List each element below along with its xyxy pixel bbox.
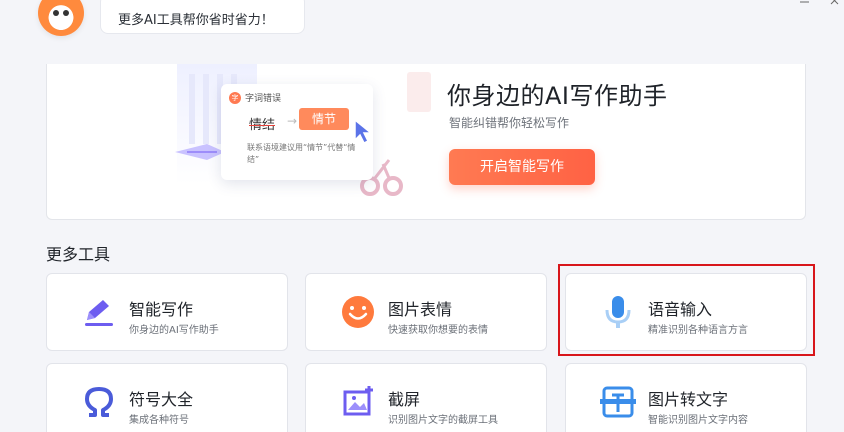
tool-card-symbols[interactable]: 符号大全 集成各种符号 [46,363,288,432]
eye-icon [53,10,59,16]
hero-title: 你身边的AI写作助手 [447,82,668,110]
microphone-icon [605,296,631,328]
tool-card-image-to-text[interactable]: 图片转文字 智能识别图片文字内容 [565,363,807,432]
close-icon[interactable] [830,0,840,5]
suggested-word: 情节 [299,108,349,130]
tool-desc: 你身边的AI写作助手 [129,325,219,336]
ai-writing-banner: 字 字词错误 情结 → 情节 联系语境建议用“情节”代替“情结” 你身边的AI写… [46,64,806,220]
wrong-word: 情结 [249,118,276,133]
tip-title: 字词错误 [245,94,282,104]
hero-subtitle: 智能纠错帮你轻松写作 [449,116,570,130]
tool-card-image-emoji[interactable]: 图片表情 快速获取你想要的表情 [305,273,547,351]
start-writing-button[interactable]: 开启智能写作 [449,149,595,185]
tip-header: 字 字词错误 [229,91,281,104]
eye-icon [63,10,69,16]
arrow-icon: → [287,114,298,128]
cursor-icon [354,118,374,144]
tool-desc: 智能识别图片文字内容 [648,415,748,426]
tool-name: 截屏 [388,390,421,409]
tool-name: 图片转文字 [648,390,729,409]
pen-icon [85,300,113,326]
tool-desc: 快速获取你想要的表情 [388,325,488,336]
tool-card-smart-writing[interactable]: 智能写作 你身边的AI写作助手 [46,273,288,351]
assistant-message-bubble: 更多AI工具帮你省时省力！ [100,0,305,34]
tool-desc: 集成各种符号 [129,415,189,426]
tool-card-screenshot[interactable]: 截屏 识别图片文字的截屏工具 [305,363,547,432]
section-title: 更多工具 [46,245,111,264]
image-to-text-icon [600,386,636,418]
tool-name: 图片表情 [388,300,453,319]
tool-card-voice-input[interactable]: 语音输入 精准识别各种语言方言 [565,273,807,351]
tool-name: 智能写作 [129,300,194,319]
omega-icon [85,387,113,417]
assistant-message: 更多AI工具帮你省时省力！ [118,13,274,28]
minimize-icon[interactable] [800,0,810,6]
tip-note: 联系语境建议用“情节”代替“情结” [247,143,356,164]
correction-tip-card: 字 字词错误 情结 → 情节 联系语境建议用“情节”代替“情结” [221,84,374,180]
tool-name: 符号大全 [129,390,194,409]
badge-icon: 字 [229,91,241,104]
smiley-icon [342,296,374,328]
tool-desc: 精准识别各种语言方言 [648,325,748,336]
tool-desc: 识别图片文字的截屏工具 [388,415,498,426]
tool-name: 语音输入 [648,300,713,319]
screenshot-icon [343,386,373,416]
